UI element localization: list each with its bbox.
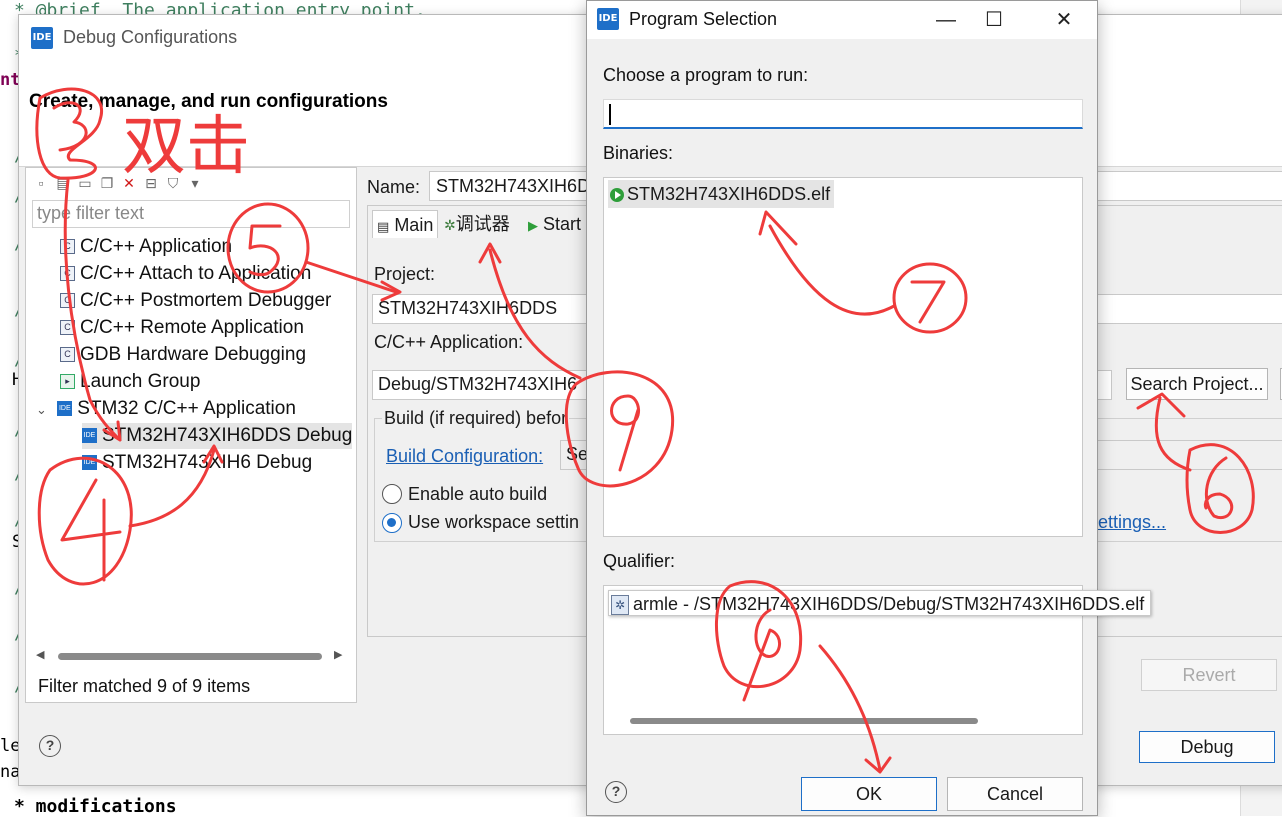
tree-item-stm32h743xih6-debug[interactable]: IDE STM32H743XIH6 Debug (82, 450, 312, 476)
ide-icon: IDE (82, 455, 97, 471)
configure-workspace-settings-link[interactable]: ettings... (1098, 512, 1166, 533)
qualifier-text: armle - /STM32H743XIH6DDS/Debug/STM32H74… (633, 594, 1145, 614)
enable-auto-build-label: Enable auto build (408, 484, 548, 504)
search-project-button[interactable]: Search Project... (1126, 368, 1268, 400)
window-title: Debug Configurations (63, 27, 238, 47)
filter-input[interactable]: type filter text (32, 200, 350, 228)
tree-item-launch-group[interactable]: ▸ Launch Group (60, 369, 200, 395)
dialog-title-bar[interactable]: IDE Program Selection — ☐ ✕ (587, 1, 1097, 39)
build-configuration-link[interactable]: Build Configuration: (386, 446, 543, 467)
build-group-label: Build (if required) befor (382, 408, 570, 429)
binaries-list: STM32H743XIH6DDS.elf (603, 177, 1083, 537)
tree-item-label: C/C++ Attach to Application (80, 263, 312, 284)
collapse-all-icon[interactable]: ⊟ (142, 174, 160, 192)
tree-item-cpp-application[interactable]: C C/C++ Application (60, 234, 232, 260)
name-label: Name: (367, 177, 421, 197)
ide-icon: IDE (82, 428, 97, 444)
program-search-input[interactable] (603, 99, 1083, 129)
tab-label: 调试器 (455, 214, 510, 234)
horizontal-scrollbar[interactable]: ◀ ▶ (34, 648, 350, 664)
ide-icon: IDE (57, 401, 73, 417)
tree-toolbar: ▫ ▤ ▭ ❐ ✕ ⊟ ⛉ ▾ (32, 172, 204, 194)
dialog-header-title: Create, manage, and run configurations (29, 91, 388, 112)
tab-label: Start (543, 214, 582, 234)
scroll-right-icon[interactable]: ▶ (334, 648, 342, 661)
configurations-tree-panel: ▫ ▤ ▭ ❐ ✕ ⊟ ⛉ ▾ type filter text C C/C++ … (25, 167, 357, 703)
choose-program-label: Choose a program to run: (603, 65, 809, 85)
cancel-button[interactable]: Cancel (947, 777, 1083, 811)
view-menu-chevron-down-icon[interactable]: ▾ (186, 174, 204, 192)
tree-item-label: C/C++ Application (80, 236, 233, 257)
bug-icon: ✲ (444, 217, 456, 233)
filter-status: Filter matched 9 of 9 items (38, 676, 251, 696)
scrollbar-thumb[interactable] (58, 653, 322, 660)
application-label: C/C++ Application: (374, 332, 524, 352)
tree-item-label: STM32 C/C++ Application (77, 398, 296, 419)
ide-app-icon: IDE (31, 27, 53, 49)
qualifier-list: ✲ armle - /STM32H743XIH6DDS/Debug/STM32H7… (603, 585, 1152, 735)
ide-app-icon: IDE (597, 8, 619, 30)
scroll-left-icon[interactable]: ◀ (36, 648, 44, 661)
close-icon[interactable]: ✕ (1041, 5, 1087, 35)
binary-name: STM32H743XIH6DDS.elf (627, 184, 831, 204)
processor-chip-icon: ✲ (611, 595, 629, 616)
play-icon: ▶ (528, 218, 538, 233)
tab-label: Main (394, 215, 434, 235)
tree-item-stm32h743xih6dds-debug[interactable]: IDE STM32H743XIH6DDS Debug (82, 423, 352, 449)
main-tab-icon: ▤ (377, 219, 390, 234)
debug-button[interactable]: Debug (1139, 731, 1275, 763)
chevron-down-icon[interactable]: ⌄ (36, 397, 52, 423)
duplicate-icon[interactable]: ❐ (98, 174, 116, 192)
new-prototype-icon[interactable]: ▤ (54, 174, 72, 192)
c-postmortem-icon: C (60, 293, 75, 309)
tree-item-label: GDB Hardware Debugging (80, 344, 307, 365)
delete-icon[interactable]: ✕ (120, 174, 138, 192)
launch-group-icon: ▸ (60, 374, 75, 390)
tree-item-cpp-postmortem[interactable]: C C/C++ Postmortem Debugger (60, 288, 331, 314)
tree-item-cpp-attach[interactable]: C C/C++ Attach to Application (60, 261, 311, 287)
binaries-label: Binaries: (603, 143, 674, 163)
help-icon[interactable]: ? (605, 781, 627, 803)
tree-item-cpp-remote[interactable]: C C/C++ Remote Application (60, 315, 304, 341)
filter-icon[interactable]: ⛉ (164, 174, 182, 192)
ok-button[interactable]: OK (801, 777, 937, 811)
code-bottom-line: * modifications (14, 796, 177, 817)
tree-item-label: STM32H743XIH6DDS Debug (102, 425, 352, 446)
help-icon[interactable]: ? (39, 735, 61, 757)
new-configuration-icon[interactable]: ▫ (32, 174, 50, 192)
revert-button[interactable]: Revert (1141, 659, 1277, 691)
binary-list-item[interactable]: STM32H743XIH6DDS.elf (608, 180, 835, 208)
tree-item-label: STM32H743XIH6 Debug (102, 452, 313, 473)
enable-auto-build-radio[interactable] (382, 484, 402, 504)
tab-main[interactable]: ▤ Main (372, 210, 439, 238)
tree-item-label: C/C++ Remote Application (80, 317, 304, 338)
minimize-icon[interactable]: — (923, 5, 969, 35)
qualifier-list-item[interactable]: ✲ armle - /STM32H743XIH6DDS/Debug/STM32H7… (608, 590, 1152, 616)
c-attach-icon: C (60, 266, 75, 282)
dialog-title: Program Selection (629, 9, 778, 29)
use-workspace-settings-radio[interactable] (382, 513, 402, 533)
use-workspace-settings-label: Use workspace settin (408, 512, 580, 532)
maximize-icon[interactable]: ☐ (971, 5, 1017, 35)
gdb-icon: C (60, 347, 75, 363)
text-caret (609, 104, 611, 125)
tree-item-label: C/C++ Postmortem Debugger (80, 290, 332, 311)
project-label: Project: (374, 264, 436, 284)
horizontal-scrollbar-thumb[interactable] (630, 718, 978, 724)
tab-startup[interactable]: ▶ Start (524, 210, 585, 238)
qualifier-label: Qualifier: (603, 551, 676, 571)
tree-item-label: Launch Group (80, 371, 201, 392)
c-remote-icon: C (60, 320, 75, 336)
tree-item-stm32-application[interactable]: ⌄ IDE STM32 C/C++ Application (36, 396, 296, 422)
c-application-icon: C (60, 239, 75, 255)
tab-debugger[interactable]: ✲调试器 (440, 210, 514, 238)
tree-item-gdb-hardware[interactable]: C GDB Hardware Debugging (60, 342, 306, 368)
program-selection-dialog: IDE Program Selection — ☐ ✕ Choose a pro… (586, 0, 1152, 816)
run-icon (610, 188, 624, 203)
export-icon[interactable]: ▭ (76, 174, 94, 192)
